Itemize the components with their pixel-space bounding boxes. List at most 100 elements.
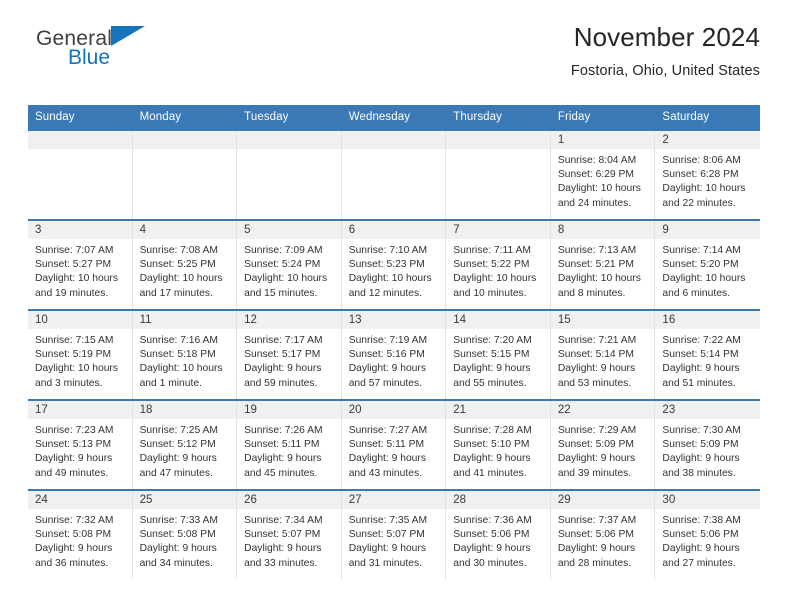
calendar-week-row: 17 Sunrise: 7:23 AM Sunset: 5:13 PM Dayligh… (28, 399, 760, 489)
calendar-day-cell[interactable]: 7 Sunrise: 7:11 AM Sunset: 5:22 PM Daylight… (446, 221, 551, 309)
weekday-friday: Friday (557, 111, 591, 123)
weekday-tuesday: Tuesday (244, 111, 289, 123)
daylight-text: Daylight: 9 hours and 28 minutes. (557, 543, 636, 569)
day-number: 8 (550, 221, 655, 239)
calendar-day-cell[interactable]: 4 Sunrise: 7:08 AM Sunset: 5:25 PM Daylight… (132, 221, 238, 309)
sunrise-text: Sunrise: 7:15 AM (35, 335, 114, 346)
sunset-text: Sunset: 5:14 PM (662, 349, 739, 361)
sunset-text: Sunset: 5:06 PM (557, 529, 634, 541)
calendar-day-cell[interactable]: 1 Sunrise: 8:04 AM Sunset: 6:29 PM Daylight… (550, 131, 656, 219)
calendar-cell-empty (28, 131, 133, 219)
daylight-text: Daylight: 9 hours and 39 minutes. (557, 453, 636, 479)
calendar-day-cell[interactable]: 10 Sunrise: 7:15 AM Sunset: 5:19 PM Dayligh… (28, 311, 133, 399)
sunset-text: Sunset: 5:08 PM (35, 529, 112, 541)
sunrise-text: Sunrise: 7:37 AM (557, 515, 637, 526)
day-number: 11 (132, 311, 237, 329)
calendar-day-cell[interactable]: 22 Sunrise: 7:29 AM Sunset: 5:09 PM Dayligh… (550, 401, 656, 489)
sun-info: Sunrise: 7:23 AM Sunset: 5:13 PM Daylight:… (28, 419, 132, 481)
sun-info: Sunrise: 7:35 AM Sunset: 5:07 PM Daylight:… (342, 509, 446, 571)
calendar-day-cell[interactable]: 21 Sunrise: 7:28 AM Sunset: 5:10 PM Dayligh… (446, 401, 551, 489)
calendar-day-cell[interactable]: 29 Sunrise: 7:37 AM Sunset: 5:06 PM Dayligh… (550, 491, 656, 579)
calendar-day-cell[interactable]: 27 Sunrise: 7:35 AM Sunset: 5:07 PM Dayligh… (341, 491, 447, 579)
sunrise-text: Sunrise: 8:04 AM (557, 155, 637, 166)
calendar-day-cell[interactable]: 23 Sunrise: 7:30 AM Sunset: 5:09 PM Dayligh… (655, 401, 760, 489)
sunset-text: Sunset: 5:08 PM (139, 529, 216, 541)
day-number: 14 (446, 311, 550, 329)
sun-info: Sunrise: 7:08 AM Sunset: 5:25 PM Daylight:… (133, 239, 237, 301)
calendar-day-cell[interactable]: 30 Sunrise: 7:38 AM Sunset: 5:06 PM Dayligh… (655, 491, 760, 579)
calendar-day-cell[interactable]: 8 Sunrise: 7:13 AM Sunset: 5:21 PM Daylight… (550, 221, 656, 309)
page-title: November 2024 (573, 22, 760, 52)
weekday-header-row: Sunday Monday Tuesday Wednesday Thursday… (28, 105, 760, 129)
generalblue-logo[interactable]: General Blue (36, 26, 166, 74)
calendar-cell-empty (132, 131, 238, 219)
page-subtitle: Fostoria, Ohio, United States (570, 63, 760, 80)
sunset-text: Sunset: 5:22 PM (453, 259, 530, 271)
sun-info: Sunrise: 7:33 AM Sunset: 5:08 PM Daylight:… (133, 509, 237, 571)
sunset-text: Sunset: 5:06 PM (662, 529, 739, 541)
sunrise-text: Sunrise: 7:23 AM (35, 425, 114, 436)
logo-text-general: General (36, 27, 113, 50)
sunset-text: Sunset: 5:19 PM (35, 349, 112, 361)
sun-info: Sunrise: 7:38 AM Sunset: 5:06 PM Daylight:… (655, 509, 760, 571)
calendar-day-cell[interactable]: 2 Sunrise: 8:06 AM Sunset: 6:28 PM Daylight… (655, 131, 760, 219)
daylight-text: Daylight: 10 hours and 24 minutes. (557, 183, 641, 209)
calendar-day-cell[interactable]: 16 Sunrise: 7:22 AM Sunset: 5:14 PM Dayligh… (655, 311, 760, 399)
weekday-sunday: Sunday (35, 111, 75, 123)
day-number: 28 (446, 491, 550, 509)
calendar-day-cell[interactable]: 6 Sunrise: 7:10 AM Sunset: 5:23 PM Daylight… (341, 221, 447, 309)
sun-info: Sunrise: 7:16 AM Sunset: 5:18 PM Daylight:… (133, 329, 237, 391)
sun-info: Sunrise: 7:25 AM Sunset: 5:12 PM Daylight:… (133, 419, 237, 481)
calendar-day-cell[interactable]: 13 Sunrise: 7:19 AM Sunset: 5:16 PM Dayligh… (341, 311, 447, 399)
calendar-day-cell[interactable]: 25 Sunrise: 7:33 AM Sunset: 5:08 PM Dayligh… (132, 491, 238, 579)
daylight-text: Daylight: 9 hours and 30 minutes. (453, 543, 531, 569)
calendar-day-cell[interactable]: 15 Sunrise: 7:21 AM Sunset: 5:14 PM Dayligh… (550, 311, 656, 399)
sunrise-text: Sunrise: 7:30 AM (662, 425, 741, 436)
calendar-day-cell[interactable]: 28 Sunrise: 7:36 AM Sunset: 5:06 PM Dayligh… (446, 491, 551, 579)
sunset-text: Sunset: 5:15 PM (453, 349, 530, 361)
calendar-day-cell[interactable]: 3 Sunrise: 7:07 AM Sunset: 5:27 PM Daylight… (28, 221, 133, 309)
calendar-cell-empty (446, 131, 551, 219)
sunrise-text: Sunrise: 7:21 AM (557, 335, 637, 346)
calendar-day-cell[interactable]: 12 Sunrise: 7:17 AM Sunset: 5:17 PM Dayligh… (237, 311, 342, 399)
sun-info: Sunrise: 7:13 AM Sunset: 5:21 PM Daylight:… (551, 239, 655, 301)
sunset-text: Sunset: 5:17 PM (244, 349, 321, 361)
sun-info: Sunrise: 7:20 AM Sunset: 5:15 PM Daylight:… (446, 329, 550, 391)
day-number: 12 (237, 311, 341, 329)
calendar-day-cell[interactable]: 19 Sunrise: 7:26 AM Sunset: 5:11 PM Dayligh… (237, 401, 342, 489)
daylight-text: Daylight: 10 hours and 1 minute. (139, 363, 223, 389)
calendar-day-cell[interactable]: 20 Sunrise: 7:27 AM Sunset: 5:11 PM Dayligh… (341, 401, 447, 489)
weekday-thursday: Thursday (453, 111, 503, 123)
sun-info: Sunrise: 7:32 AM Sunset: 5:08 PM Daylight:… (28, 509, 132, 571)
day-number: 29 (550, 491, 655, 509)
daylight-text: Daylight: 9 hours and 55 minutes. (453, 363, 531, 389)
weekday-wednesday: Wednesday (348, 111, 411, 123)
day-number (28, 131, 132, 149)
daylight-text: Daylight: 10 hours and 22 minutes. (662, 183, 746, 209)
day-number (341, 131, 446, 149)
sunrise-text: Sunrise: 7:26 AM (244, 425, 323, 436)
sun-info: Sunrise: 7:26 AM Sunset: 5:11 PM Daylight:… (237, 419, 341, 481)
calendar-day-cell[interactable]: 18 Sunrise: 7:25 AM Sunset: 5:12 PM Dayligh… (132, 401, 238, 489)
sunrise-text: Sunrise: 7:20 AM (453, 335, 532, 346)
sun-info: Sunrise: 7:09 AM Sunset: 5:24 PM Daylight:… (237, 239, 341, 301)
daylight-text: Daylight: 10 hours and 12 minutes. (348, 273, 432, 299)
calendar-cell-empty (237, 131, 342, 219)
sunset-text: Sunset: 6:28 PM (662, 169, 739, 181)
logo-text-blue: Blue (68, 46, 111, 69)
day-number: 24 (28, 491, 132, 509)
sunrise-text: Sunrise: 7:10 AM (348, 245, 428, 256)
daylight-text: Daylight: 9 hours and 49 minutes. (35, 453, 113, 479)
calendar-day-cell[interactable]: 9 Sunrise: 7:14 AM Sunset: 5:20 PM Daylight… (655, 221, 760, 309)
calendar-day-cell[interactable]: 5 Sunrise: 7:09 AM Sunset: 5:24 PM Daylight… (237, 221, 342, 309)
calendar-day-cell[interactable]: 26 Sunrise: 7:34 AM Sunset: 5:07 PM Dayligh… (237, 491, 342, 579)
day-number: 27 (341, 491, 446, 509)
calendar-day-cell[interactable]: 14 Sunrise: 7:20 AM Sunset: 5:15 PM Dayligh… (446, 311, 551, 399)
day-number: 5 (237, 221, 341, 239)
sunset-text: Sunset: 5:20 PM (662, 259, 739, 271)
calendar-day-cell[interactable]: 24 Sunrise: 7:32 AM Sunset: 5:08 PM Dayligh… (28, 491, 133, 579)
day-number (132, 131, 237, 149)
calendar-day-cell[interactable]: 11 Sunrise: 7:16 AM Sunset: 5:18 PM Dayligh… (132, 311, 238, 399)
calendar-day-cell[interactable]: 17 Sunrise: 7:23 AM Sunset: 5:13 PM Dayligh… (28, 401, 133, 489)
sunset-text: Sunset: 5:12 PM (139, 439, 216, 451)
